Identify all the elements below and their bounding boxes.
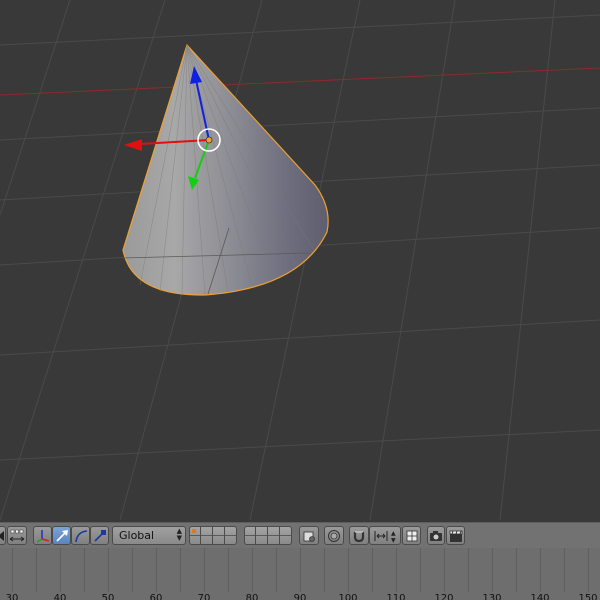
timeline-grid-line <box>84 548 85 592</box>
rotate-arc-icon <box>74 529 87 542</box>
scale-handle-icon <box>93 529 106 542</box>
view-toggle-button[interactable] <box>0 526 6 545</box>
pivot-point-button[interactable] <box>299 526 319 545</box>
timeline-grid-line <box>348 548 349 592</box>
timeline-grid-line <box>156 548 157 592</box>
cone-object[interactable] <box>122 43 329 296</box>
x-axis-arrow <box>124 139 142 151</box>
proportional-editing-button[interactable] <box>324 526 344 545</box>
clapperboard-icon <box>449 530 462 542</box>
layer-buttons-left[interactable] <box>189 526 237 545</box>
timeline-frame-label: 60 <box>149 593 163 600</box>
snap-increment-icon: ▲ ▼ <box>374 530 396 543</box>
timeline-frame-label: 100 <box>338 593 358 600</box>
timeline-grid-line <box>588 548 589 592</box>
timeline-grid-line <box>396 548 397 592</box>
timeline-grid-line <box>300 548 301 592</box>
timeline-frame-label: 80 <box>245 593 259 600</box>
timeline-frame-label: 120 <box>434 593 454 600</box>
grid-arrows-icon <box>9 529 25 541</box>
magnet-icon <box>353 531 365 542</box>
timeline-frame-label: 110 <box>386 593 406 600</box>
timeline-grid-line <box>540 548 541 592</box>
timeline-grid-line <box>444 548 445 592</box>
mesh-grid-icon <box>406 530 417 541</box>
3d-viewport[interactable] <box>0 0 600 522</box>
render-opengl-button[interactable] <box>427 526 445 545</box>
timeline-grid-line <box>132 548 133 592</box>
transform-orientation-value: Global <box>119 529 155 542</box>
timeline-frame-label: 70 <box>197 593 211 600</box>
viewport-canvas[interactable] <box>0 0 600 522</box>
viewport-header: Global ▲ ▼ ▲ ▼ <box>0 522 600 548</box>
timeline-grid-line <box>204 548 205 592</box>
timeline-grid-line <box>12 548 13 592</box>
timeline[interactable]: 30 40 50 60 70 80 90 100 110 120 130 140 150 <box>0 548 600 600</box>
timeline-frame-label: 90 <box>293 593 307 600</box>
timeline-grid-line <box>252 548 253 592</box>
timeline-grid-line <box>324 548 325 592</box>
view-layout-button[interactable] <box>7 526 27 545</box>
rotate-manipulator-button[interactable] <box>71 526 90 545</box>
translate-manipulator-button[interactable] <box>52 526 71 545</box>
timeline-frame-label: 130 <box>482 593 502 600</box>
timeline-grid-line <box>372 548 373 592</box>
scale-manipulator-button[interactable] <box>90 526 109 545</box>
proportional-circle-icon <box>328 529 340 542</box>
svg-text:▲: ▲ <box>391 530 396 537</box>
snap-target-button[interactable] <box>402 526 421 545</box>
timeline-grid-line <box>276 548 277 592</box>
transform-orientation-select[interactable]: Global ▲ ▼ <box>112 526 186 545</box>
x-axis-line <box>0 67 600 96</box>
select-arrows-icon: ▲ ▼ <box>176 527 182 542</box>
layer-buttons-right[interactable] <box>244 526 292 545</box>
render-animation-button[interactable] <box>446 526 465 545</box>
snap-toggle-button[interactable] <box>349 526 369 545</box>
timeline-grid-line <box>36 548 37 592</box>
timeline-grid-line <box>516 548 517 592</box>
timeline-grid-line <box>420 548 421 592</box>
camera-icon <box>430 530 442 541</box>
axes-manipulator-icon <box>36 530 50 543</box>
timeline-grid-line <box>492 548 493 592</box>
arrow-icon <box>55 529 68 542</box>
timeline-frame-label: 50 <box>101 593 115 600</box>
snap-element-select[interactable]: ▲ ▼ <box>369 526 401 545</box>
timeline-grid-line <box>468 548 469 592</box>
timeline-frame-label: 150 <box>578 593 598 600</box>
timeline-grid-line <box>564 548 565 592</box>
manipulator-toggle-button[interactable] <box>33 526 52 545</box>
timeline-grid-line <box>180 548 181 592</box>
chevron-left-icon <box>0 530 4 541</box>
timeline-grid-line <box>108 548 109 592</box>
layers-icon <box>303 531 315 542</box>
timeline-grid-line <box>228 548 229 592</box>
timeline-grid-line <box>60 548 61 592</box>
timeline-frame-label: 140 <box>530 593 550 600</box>
object-origin <box>205 136 213 144</box>
timeline-frame-label: 40 <box>53 593 67 600</box>
svg-text:▼: ▼ <box>391 537 396 543</box>
timeline-frame-label: 30 <box>5 593 19 600</box>
